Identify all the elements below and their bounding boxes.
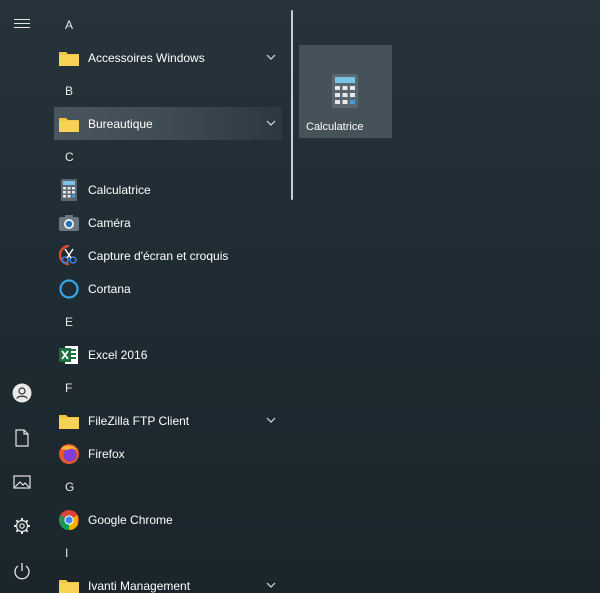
chrome-icon [58, 509, 80, 531]
folder-icon [58, 575, 80, 593]
chevron-down-icon[interactable] [266, 580, 276, 590]
group-letter-i[interactable]: I [54, 536, 282, 569]
group-letter-a[interactable]: A [54, 8, 282, 41]
settings-icon [14, 518, 30, 534]
documents-button[interactable] [0, 418, 44, 458]
excel-icon [58, 344, 80, 366]
group-letter-c[interactable]: C [54, 140, 282, 173]
app-label: Firefox [88, 446, 125, 461]
chevron-down-icon[interactable] [266, 415, 276, 425]
folder-icon [58, 47, 80, 69]
app-label: Capture d'écran et croquis [88, 248, 229, 263]
group-letter-e[interactable]: E [54, 305, 282, 338]
calculator-icon [332, 74, 358, 113]
pictures-icon [13, 475, 31, 489]
app-list: A Accessoires Windows B Bureautique C Ca… [54, 8, 282, 593]
app-label: Cortana [88, 281, 131, 296]
app-item-firefox[interactable]: Firefox [54, 437, 282, 470]
app-label: Accessoires Windows [88, 50, 205, 65]
left-rail [0, 0, 44, 593]
hamburger-icon [14, 19, 30, 28]
power-button[interactable] [0, 551, 44, 591]
snip-icon [58, 244, 80, 267]
firefox-icon [58, 443, 80, 465]
app-label: Calculatrice [88, 182, 151, 197]
app-list-scrollbar[interactable] [291, 10, 293, 200]
group-letter-f[interactable]: F [54, 371, 282, 404]
settings-button[interactable] [0, 506, 44, 546]
app-item-chrome[interactable]: Google Chrome [54, 503, 282, 536]
group-letter-g[interactable]: G [54, 470, 282, 503]
chevron-down-icon[interactable] [266, 52, 276, 62]
account-button[interactable] [0, 373, 44, 413]
app-item-excel[interactable]: Excel 2016 [54, 338, 282, 371]
group-letter-b[interactable]: B [54, 74, 282, 107]
app-label: Excel 2016 [88, 347, 148, 362]
app-item-filezilla[interactable]: FileZilla FTP Client [54, 404, 282, 437]
start-menu: A Accessoires Windows B Bureautique C Ca… [0, 0, 600, 593]
power-icon [14, 563, 30, 580]
app-label: Bureautique [88, 116, 153, 131]
app-item-accessoires-windows[interactable]: Accessoires Windows [54, 41, 282, 74]
app-item-capture[interactable]: Capture d'écran et croquis [54, 239, 282, 272]
document-icon [15, 429, 29, 447]
tile-calculatrice[interactable]: Calculatrice [299, 45, 392, 138]
calculator-icon [58, 178, 80, 201]
tile-label: Calculatrice [306, 121, 364, 133]
folder-icon [58, 113, 80, 135]
app-item-bureautique[interactable]: Bureautique [54, 107, 282, 140]
app-item-cortana[interactable]: Cortana [54, 272, 282, 305]
app-label: FileZilla FTP Client [88, 413, 190, 428]
hamburger-button[interactable] [0, 4, 44, 44]
app-label: Caméra [88, 215, 131, 230]
folder-icon [58, 410, 80, 432]
camera-icon [58, 212, 80, 234]
app-item-camera[interactable]: Caméra [54, 206, 282, 239]
app-item-ivanti[interactable]: Ivanti Management [54, 569, 282, 593]
pictures-button[interactable] [0, 462, 44, 502]
user-icon [12, 383, 32, 403]
app-label: Ivanti Management [88, 578, 191, 593]
chevron-down-icon[interactable] [266, 118, 276, 128]
cortana-icon [58, 278, 80, 300]
app-item-calculatrice[interactable]: Calculatrice [54, 173, 282, 206]
app-label: Google Chrome [88, 512, 173, 527]
